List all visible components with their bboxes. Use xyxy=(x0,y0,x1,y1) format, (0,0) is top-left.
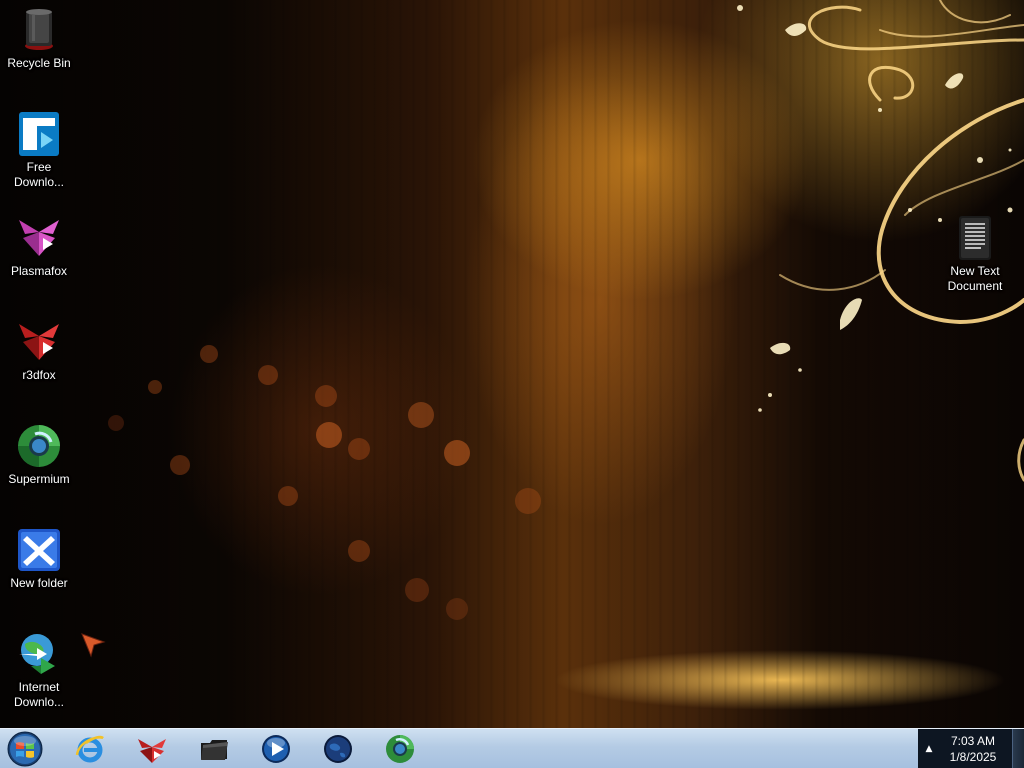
desktop-icon-plasmafox[interactable]: Plasmafox xyxy=(0,214,78,279)
desktop-icon-new-text-document[interactable]: New Text Document xyxy=(936,214,1014,294)
text-document-icon xyxy=(959,216,991,260)
show-desktop-button[interactable] xyxy=(1012,729,1024,768)
desktop-icon-supermium[interactable]: Supermium xyxy=(0,422,78,487)
supermium-icon xyxy=(386,735,414,763)
clock-time: 7:03 AM xyxy=(950,734,996,748)
desktop[interactable]: Recycle Bin Free Downlo... Plasmafox r3d… xyxy=(0,0,1024,768)
windows-start-orb-icon[interactable] xyxy=(5,730,45,768)
mouse-cursor-icon xyxy=(81,633,106,658)
taskbar-internet-explorer-button[interactable] xyxy=(62,730,118,768)
plasmafox-label: Plasmafox xyxy=(10,264,68,278)
taskbar-file-explorer-button[interactable] xyxy=(186,730,242,768)
taskbar-supermium-button[interactable] xyxy=(372,730,428,768)
desktop-icon-free-download-manager[interactable]: Free Downlo... xyxy=(0,110,78,190)
r3dfox-icon xyxy=(19,324,59,360)
system-tray: ▲ 7:03 AM 1/8/2025 xyxy=(918,729,1024,768)
taskbar: ▲ 7:03 AM 1/8/2025 xyxy=(0,728,1024,768)
desktop-icon-new-folder[interactable]: New folder xyxy=(0,526,78,591)
clock-date: 1/8/2025 xyxy=(949,750,997,764)
internet-download-manager-label: Internet Downlo... xyxy=(13,680,65,709)
r3dfox-label: r3dfox xyxy=(22,368,56,382)
taskbar-clock[interactable]: 7:03 AM 1/8/2025 xyxy=(938,733,1008,765)
folder-icon xyxy=(201,740,228,760)
free-download-manager-icon xyxy=(19,112,59,156)
x-window-icon xyxy=(18,529,60,571)
internet-explorer-icon xyxy=(75,735,104,763)
wallpaper-swirls xyxy=(737,0,1024,482)
desktop-icon-internet-download-manager[interactable]: Internet Downlo... xyxy=(0,630,78,710)
supermium-label: Supermium xyxy=(8,472,70,486)
plasmafox-icon xyxy=(19,220,59,256)
internet-download-manager-icon xyxy=(19,634,55,674)
desktop-icon-r3dfox[interactable]: r3dfox xyxy=(0,318,78,383)
recycle-bin-label: Recycle Bin xyxy=(7,56,71,70)
free-download-manager-label: Free Downlo... xyxy=(13,160,65,189)
taskbar-media-player-button[interactable] xyxy=(248,730,304,768)
desktop-icon-recycle-bin[interactable]: Recycle Bin xyxy=(0,6,78,71)
globe-icon xyxy=(324,735,352,763)
r3dfox-icon xyxy=(138,739,166,763)
tray-overflow-chevron-up-icon[interactable]: ▲ xyxy=(922,742,936,756)
supermium-icon xyxy=(18,425,60,467)
media-player-icon xyxy=(262,735,290,763)
taskbar-r3dfox-button[interactable] xyxy=(124,730,180,768)
new-folder-label: New folder xyxy=(10,576,68,590)
recycle-bin-icon xyxy=(25,9,53,50)
new-text-document-label: New Text Document xyxy=(947,264,1003,293)
taskbar-globe-browser-button[interactable] xyxy=(310,730,366,768)
